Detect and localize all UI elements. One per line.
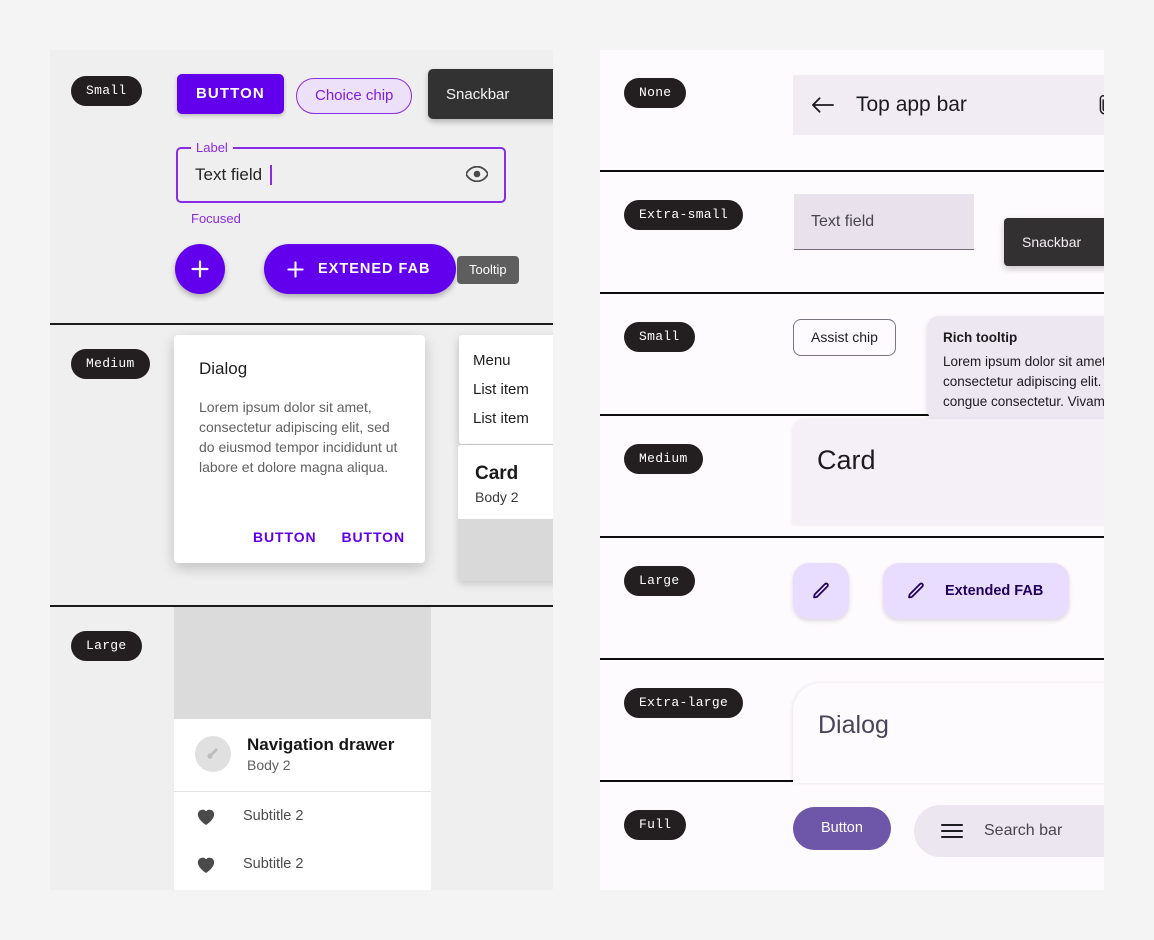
card-media [458,519,553,581]
size-badge-full: Full [624,810,687,840]
drawer-hero-image [174,607,431,719]
left-row-large: Large Navigation drawer Body 2 Subtitle … [50,607,553,890]
right-panel: None Top app bar Extra-small Text field … [600,50,1104,890]
drawer-header[interactable]: Navigation drawer Body 2 [174,719,431,792]
tooltip: Tooltip [457,256,519,284]
size-badge-extra-large: Extra-large [624,688,744,718]
card: Card [793,419,1104,525]
extended-fab-label: Extended FAB [945,583,1044,599]
size-badge-large: Large [71,631,142,661]
snackbar: Snackbar [428,69,553,119]
card-subtitle: Body 2 [475,489,519,505]
plus-icon [190,259,210,279]
assist-chip[interactable]: Assist chip [793,319,896,356]
avatar [195,736,231,772]
screenshot-canvas: Small BUTTON Choice chip Snackbar Label … [0,0,1154,940]
search-bar[interactable]: Search bar [914,805,1104,857]
menu: Menu List item List item [459,335,553,444]
left-panel: Small BUTTON Choice chip Snackbar Label … [50,50,553,890]
text-field-helper-text: Focused [191,211,241,226]
app-bar-title: Top app bar [856,93,967,116]
left-row-small: Small BUTTON Choice chip Snackbar Label … [50,50,553,323]
dialog-actions: BUTTON BUTTON [253,529,405,545]
card-text: Card Body 2 [458,445,553,519]
filled-text-field[interactable]: Text field [794,194,974,250]
size-badge-none: None [624,78,687,108]
floating-action-button[interactable] [175,244,225,294]
text-field-placeholder: Text field [811,212,875,230]
drawer-header-text: Navigation drawer Body 2 [247,735,394,773]
size-badge-medium: Medium [624,444,703,474]
drawer-title: Navigation drawer [247,735,395,754]
menu-list-item[interactable]: List item [459,375,553,404]
rich-tooltip: Rich tooltip Lorem ipsum dolor sit amet,… [927,316,1104,421]
rich-tooltip-title: Rich tooltip [943,330,1018,345]
search-bar-placeholder: Search bar [984,822,1063,839]
navigation-drawer: Navigation drawer Body 2 Subtitle 2 Subt… [174,607,431,890]
heart-icon [195,854,217,874]
drawer-subtitle: Body 2 [247,757,291,773]
right-row-small: Small Assist chip Rich tooltip Lorem ips… [600,294,1104,421]
plus-icon [286,260,305,279]
drawer-list-item[interactable]: Subtitle 2 [174,792,431,840]
right-row-none: None Top app bar [600,50,1104,170]
drawer-list-item-label: Subtitle 2 [243,856,304,872]
size-badge-small: Small [71,76,142,106]
size-badge-small: Small [624,322,695,352]
pencil-icon [810,580,832,602]
card-title: Card [475,463,519,484]
snackbar: Snackbar [1004,218,1104,266]
text-field-value: Text field [195,165,263,184]
top-app-bar: Top app bar [793,75,1104,135]
extended-fab-label: EXTENED FAB [318,261,431,277]
text-field-label: Label [191,140,233,155]
outlined-text-field[interactable]: Label Text field Focused [176,140,506,226]
size-badge-medium: Medium [71,349,150,379]
right-row-full: Full Button Search bar [600,782,1104,890]
dialog-button-1[interactable]: BUTTON [253,529,316,545]
extended-fab[interactable]: EXTENED FAB [264,244,456,294]
choice-chip[interactable]: Choice chip [296,78,413,114]
menu-header[interactable]: Menu [459,346,553,375]
dialog-body: Lorem ipsum dolor sit amet, consectetur … [199,399,398,475]
right-row-extra-small: Extra-small Text field Snackbar [600,172,1104,292]
size-badge-extra-small: Extra-small [624,200,744,230]
filled-button[interactable]: Button [793,807,891,850]
attachment-icon[interactable] [1097,94,1104,116]
right-row-extra-large: Extra-large Dialog [600,660,1104,783]
drawer-list-item-label: Subtitle 2 [243,808,304,824]
menu-list-item[interactable]: List item [459,404,553,433]
eye-icon[interactable] [466,166,488,182]
contained-button[interactable]: BUTTON [177,74,284,114]
text-cursor [270,165,273,185]
dialog-button-2[interactable]: BUTTON [342,529,405,545]
extended-fab[interactable]: Extended FAB [883,563,1070,619]
dialog: Dialog Lorem ipsum dolor sit amet, conse… [174,335,425,563]
text-field-box[interactable]: Label Text field [176,140,506,203]
rich-tooltip-body: Lorem ipsum dolor sit amet, consectetur … [943,354,1104,409]
right-row-medium: Medium Card [600,416,1104,536]
card: Card Body 2 [458,445,553,581]
pencil-icon [905,580,927,602]
right-row-large: Large Extended FAB [600,538,1104,658]
left-row-medium: Medium Dialog Lorem ipsum dolor sit amet… [50,325,553,605]
dialog-title: Dialog [818,711,889,739]
heart-icon [195,806,217,826]
arrow-back-icon[interactable] [811,96,834,114]
card-title: Card [817,445,876,475]
size-badge-large: Large [624,566,695,596]
floating-action-button[interactable] [793,563,849,619]
dialog-title: Dialog [199,359,248,378]
dialog: Dialog [793,683,1104,783]
hamburger-menu-icon[interactable] [941,823,963,839]
drawer-list-item[interactable]: Subtitle 2 [174,840,431,888]
